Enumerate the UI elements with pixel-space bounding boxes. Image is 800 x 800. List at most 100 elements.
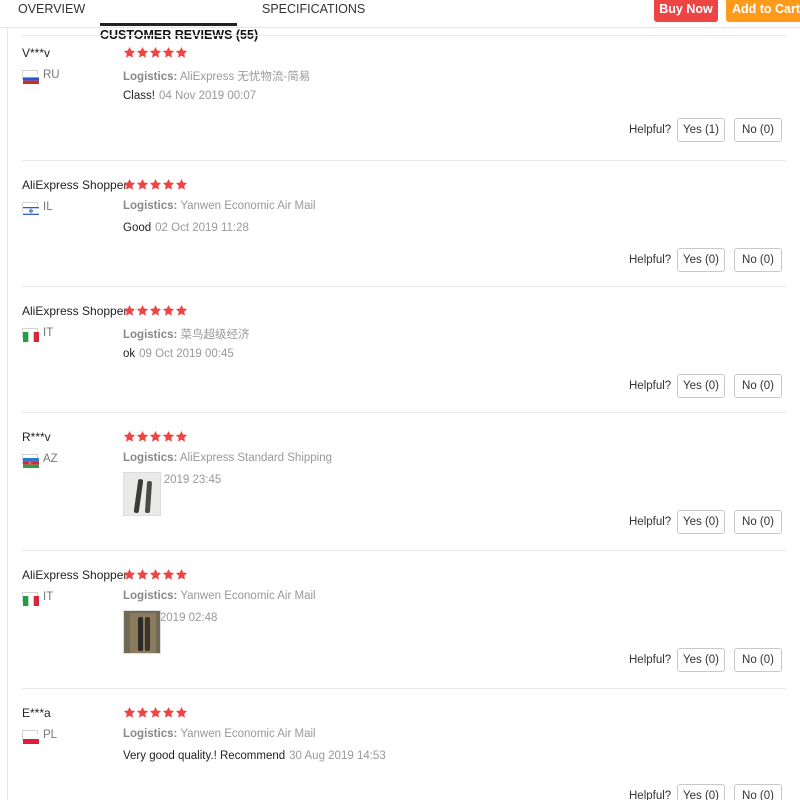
- logistics-value: Yanwen Economic Air Mail: [180, 200, 316, 212]
- star-rating: [123, 304, 188, 317]
- review-photo-thumbnail[interactable]: [123, 472, 161, 516]
- reviewer-country: IT: [22, 590, 54, 606]
- logistics-info: Logistics: Yanwen Economic Air Mail: [123, 728, 316, 740]
- review-divider: [22, 688, 786, 689]
- star-rating: [123, 46, 188, 59]
- reviewer-country: IT: [22, 326, 54, 342]
- reviewer-country: PL: [22, 728, 58, 744]
- star-icon: [162, 568, 175, 581]
- helpful-label: Helpful?: [629, 654, 672, 666]
- star-icon: [175, 430, 188, 443]
- reviewer-country: RU: [22, 68, 60, 84]
- country-code: PL: [43, 729, 58, 741]
- review-date: 02 Oct 2019 11:28: [155, 222, 249, 234]
- reviewer-country: IL: [22, 200, 53, 216]
- reviewer-name: E***a: [22, 706, 51, 720]
- helpful-yes-button[interactable]: Yes (1): [677, 118, 725, 142]
- helpful-label: Helpful?: [629, 124, 672, 136]
- helpful-label: Helpful?: [629, 254, 672, 266]
- reviewer-name: R***v: [22, 430, 51, 444]
- country-code: IT: [43, 327, 54, 339]
- star-icon: [162, 706, 175, 719]
- star-icon: [136, 46, 149, 59]
- star-icon: [175, 46, 188, 59]
- review-divider: [22, 412, 786, 413]
- logistics-label: Logistics:: [123, 200, 178, 212]
- review-date: 09 Oct 2019 00:45: [139, 348, 234, 360]
- add-to-cart-button[interactable]: Add to Cart: [726, 0, 800, 22]
- logistics-value: AliExpress Standard Shipping: [179, 452, 333, 464]
- review-divider: [22, 550, 786, 551]
- reviewer-name: AliExpress Shopper: [22, 178, 128, 192]
- country-flag-icon: [22, 592, 39, 606]
- helpful-no-button[interactable]: No (0): [734, 374, 782, 398]
- country-flag-icon: [22, 454, 39, 468]
- helpful-label: Helpful?: [629, 380, 672, 392]
- star-icon: [175, 568, 188, 581]
- country-code: IT: [43, 591, 54, 603]
- review-date: 04 Nov 2019 00:07: [158, 90, 257, 102]
- logistics-info: Logistics: 菜鸟超级经济: [123, 326, 250, 342]
- star-rating: [123, 430, 188, 443]
- star-icon: [123, 706, 136, 719]
- helpful-yes-button[interactable]: Yes (0): [677, 248, 725, 272]
- star-icon: [123, 46, 136, 59]
- review-item: AliExpress Shopper IT Logistics: 菜鸟超级经济 ok 0…: [0, 286, 800, 412]
- star-icon: [149, 304, 162, 317]
- tab-overview[interactable]: OVERVIEW: [18, 2, 85, 16]
- helpful-no-button[interactable]: No (0): [734, 118, 782, 142]
- helpful-no-button[interactable]: No (0): [734, 248, 782, 272]
- star-icon: [149, 430, 162, 443]
- star-icon: [162, 304, 175, 317]
- review-item: R***v AZ Logistics: AliExpress Standard Sh…: [0, 412, 800, 550]
- review-item: V***v RU Logistics: AliExpress 无忧物流-简易 Clas…: [0, 28, 800, 160]
- star-icon: [136, 178, 149, 191]
- star-icon: [123, 430, 136, 443]
- helpful-yes-button[interactable]: Yes (0): [677, 374, 725, 398]
- logistics-info: Logistics: AliExpress Standard Shipping: [123, 452, 332, 464]
- tab-bar: OVERVIEW CUSTOMER REVIEWS (55) SPECIFICA…: [0, 0, 800, 42]
- star-icon: [136, 706, 149, 719]
- helpful-yes-button[interactable]: Yes (0): [677, 510, 725, 534]
- review-comment: Very good quality.! Recommend: [123, 750, 286, 762]
- star-icon: [149, 706, 162, 719]
- buy-now-button[interactable]: Buy Now: [654, 0, 718, 22]
- tab-specifications[interactable]: SPECIFICATIONS: [262, 2, 365, 16]
- active-tab-indicator: [100, 23, 237, 26]
- helpful-no-button[interactable]: No (0): [734, 510, 782, 534]
- star-icon: [123, 178, 136, 191]
- review-divider: [22, 160, 786, 161]
- review-divider: [22, 286, 786, 287]
- star-icon: [136, 430, 149, 443]
- star-icon: [162, 46, 175, 59]
- star-icon: [136, 568, 149, 581]
- reviewer-name: V***v: [22, 46, 51, 60]
- star-icon: [123, 568, 136, 581]
- helpful-yes-button[interactable]: Yes (0): [677, 648, 725, 672]
- star-icon: [136, 304, 149, 317]
- star-rating: [123, 706, 188, 719]
- review-item: AliExpress Shopper IL Logistics: Yanwen Ec…: [0, 160, 800, 286]
- star-icon: [175, 706, 188, 719]
- country-flag-icon: [22, 730, 39, 744]
- review-comment-line: Very good quality.! Recommend 30 Aug 2019…: [123, 750, 386, 762]
- review-comment-line: Class! 04 Nov 2019 00:07: [123, 90, 256, 102]
- review-comment-line: ok 09 Oct 2019 00:45: [123, 348, 234, 360]
- helpful-no-button[interactable]: No (0): [734, 648, 782, 672]
- logistics-info: Logistics: Yanwen Economic Air Mail: [123, 590, 316, 602]
- helpful-yes-button[interactable]: Yes (0): [677, 784, 725, 800]
- reviewer-country: AZ: [22, 452, 58, 468]
- review-comment: ok: [123, 348, 136, 360]
- reviewer-name: AliExpress Shopper: [22, 568, 128, 582]
- reviewer-name: AliExpress Shopper: [22, 304, 128, 318]
- helpful-no-button[interactable]: No (0): [734, 784, 782, 800]
- logistics-label: Logistics:: [123, 452, 178, 464]
- helpful-label: Helpful?: [629, 790, 672, 800]
- country-flag-icon: [22, 202, 39, 216]
- star-icon: [175, 178, 188, 191]
- logistics-value: AliExpress 无忧物流-简易: [179, 71, 311, 83]
- helpful-label: Helpful?: [629, 516, 672, 528]
- review-photo-thumbnail[interactable]: [123, 610, 161, 654]
- star-icon: [162, 430, 175, 443]
- star-icon: [149, 46, 162, 59]
